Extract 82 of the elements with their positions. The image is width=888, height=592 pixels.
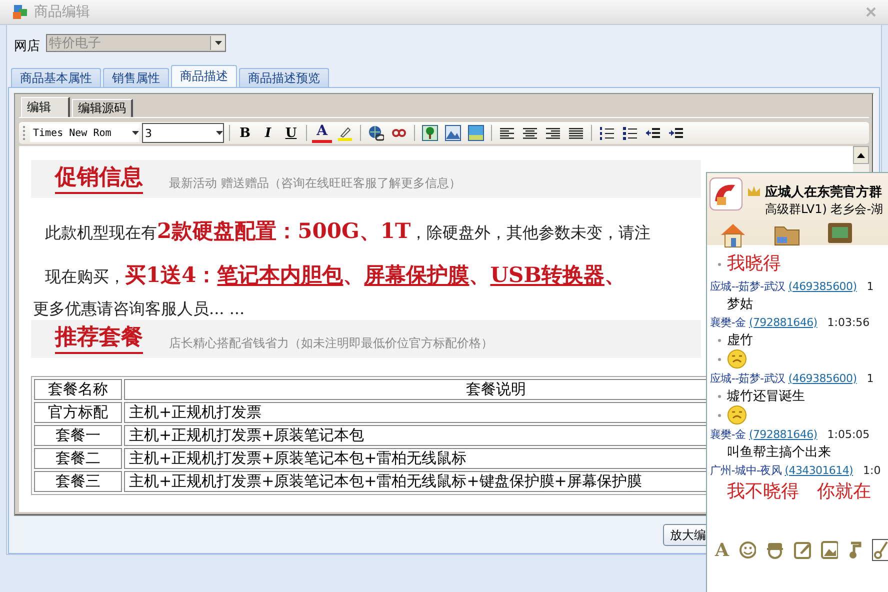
dropdown-arrow-icon xyxy=(214,41,222,45)
image-button[interactable] xyxy=(443,123,463,143)
indent-icon xyxy=(668,125,684,141)
promo-text: 现在购买，买1送4：笔记本内胆包、屏幕保护膜、USB转换器、 xyxy=(44,261,626,289)
photo-image-icon xyxy=(468,125,484,141)
message-text: 我晓得 xyxy=(727,252,781,276)
sender-id-link[interactable]: (469385600) xyxy=(788,280,857,292)
editor-tab[interactable]: 编辑 xyxy=(21,97,70,117)
window-title: 商品编辑 xyxy=(34,3,91,21)
smiley-icon[interactable] xyxy=(738,541,756,559)
music-note-icon[interactable] xyxy=(848,541,862,559)
tree-image-icon xyxy=(422,125,438,141)
message-time: 1 xyxy=(866,372,874,384)
table-header: 套餐名称 xyxy=(34,379,122,400)
format-button[interactable]: U xyxy=(281,123,301,143)
message-sender: 应城--茹梦-武汉 (469385600) xyxy=(710,370,857,386)
shop-label: 网店 xyxy=(14,38,40,55)
format-button[interactable]: I xyxy=(258,123,278,143)
landscape-image-icon xyxy=(445,125,461,141)
section-title: 促销信息 xyxy=(55,164,143,194)
align-right-icon xyxy=(545,125,561,141)
message-sender: 襄樊-金 (792881646) xyxy=(710,314,818,330)
picture-frame-icon[interactable] xyxy=(827,222,853,244)
message-text: 墟竹还冒诞生 xyxy=(727,388,805,405)
align-justify-icon xyxy=(568,125,584,141)
message-sender: 广州-城中-夜风 (434301614) xyxy=(710,462,854,478)
promo-text: 此款机型现在有2款硬盘配置：500G、1T，除硬盘外，其他参数未变，请注 xyxy=(44,217,651,245)
group-avatar-icon xyxy=(709,177,743,211)
table-cell: 套餐二 xyxy=(34,448,122,469)
sender-id-link[interactable]: (434301614) xyxy=(784,464,854,476)
sender-id-link[interactable]: (469385600) xyxy=(788,372,857,384)
table-cell: 套餐三 xyxy=(34,471,122,492)
table-cell: 套餐一 xyxy=(34,425,122,446)
format-button[interactable]: B xyxy=(235,123,255,143)
message-sender: 襄樊-金 (792881646) xyxy=(710,426,818,442)
bullet-list-icon xyxy=(622,125,638,141)
size-select[interactable]: 3 xyxy=(142,123,224,143)
cubes-app-icon xyxy=(12,4,28,20)
group-info: 高级群LV1) 老乡会-湖 xyxy=(765,201,884,218)
message-text: 梦姑 xyxy=(727,296,753,313)
section-subtitle: 店长精心搭配省钱省力（如未注明即最低价位官方标配价格） xyxy=(169,335,493,352)
group-name: 应城人在东莞官方群 xyxy=(765,184,883,201)
edit-icon[interactable] xyxy=(794,541,811,559)
message-text: 叫鱼帮主搞个出来 xyxy=(727,444,831,461)
message-time: 1:05:05 xyxy=(827,428,870,440)
message-time: 1:03:56 xyxy=(827,316,870,328)
numbered-list-icon xyxy=(599,125,615,141)
tab[interactable]: 商品描述 xyxy=(171,65,237,87)
outdent-icon xyxy=(645,125,661,141)
scroll-up-icon[interactable] xyxy=(857,152,865,158)
message-sender: 应城--茹梦-武汉 (469385600) xyxy=(710,278,857,294)
image-button[interactable] xyxy=(420,123,440,143)
align-left-icon xyxy=(499,125,515,141)
image-button[interactable] xyxy=(466,123,486,143)
tab[interactable]: 商品描述预览 xyxy=(239,68,329,87)
hat-face-icon[interactable] xyxy=(766,541,784,559)
tab[interactable]: 销售属性 xyxy=(103,68,169,87)
dropdown-arrow-icon xyxy=(132,131,139,135)
section-title: 推荐套餐 xyxy=(55,324,143,354)
sender-id-link[interactable]: (792881646) xyxy=(748,316,818,328)
dropdown-arrow-icon xyxy=(216,131,223,135)
section-subtitle: 最新活动 赠送赠品（咨询在线旺旺客服了解更多信息） xyxy=(169,175,461,192)
globe-link-icon xyxy=(368,125,384,141)
message-time: 1 xyxy=(866,280,874,292)
font-color-button[interactable]: A xyxy=(312,123,332,143)
image-icon[interactable] xyxy=(820,541,838,559)
editor-tab[interactable]: 编辑源码 xyxy=(72,99,133,117)
message-time: 1:0 xyxy=(863,464,881,476)
crown-icon xyxy=(747,185,761,197)
promo-note: 更多优惠请咨询客服人员... ... xyxy=(32,298,245,320)
house-icon[interactable] xyxy=(719,222,747,248)
tab[interactable]: 商品基本属性 xyxy=(11,68,101,87)
message-text: 我不晓得 你就在 xyxy=(727,480,871,504)
table-cell: 官方标配 xyxy=(34,402,122,423)
font-select[interactable]: Times New Rom xyxy=(30,124,139,142)
link-button[interactable] xyxy=(366,123,386,143)
highlighter-icon xyxy=(337,125,353,141)
sender-id-link[interactable]: (792881646) xyxy=(748,428,818,440)
align-center-icon xyxy=(522,125,538,141)
message-text: 虚竹 xyxy=(727,332,753,349)
emoji-icon xyxy=(727,405,747,425)
emoji-icon xyxy=(727,349,747,369)
